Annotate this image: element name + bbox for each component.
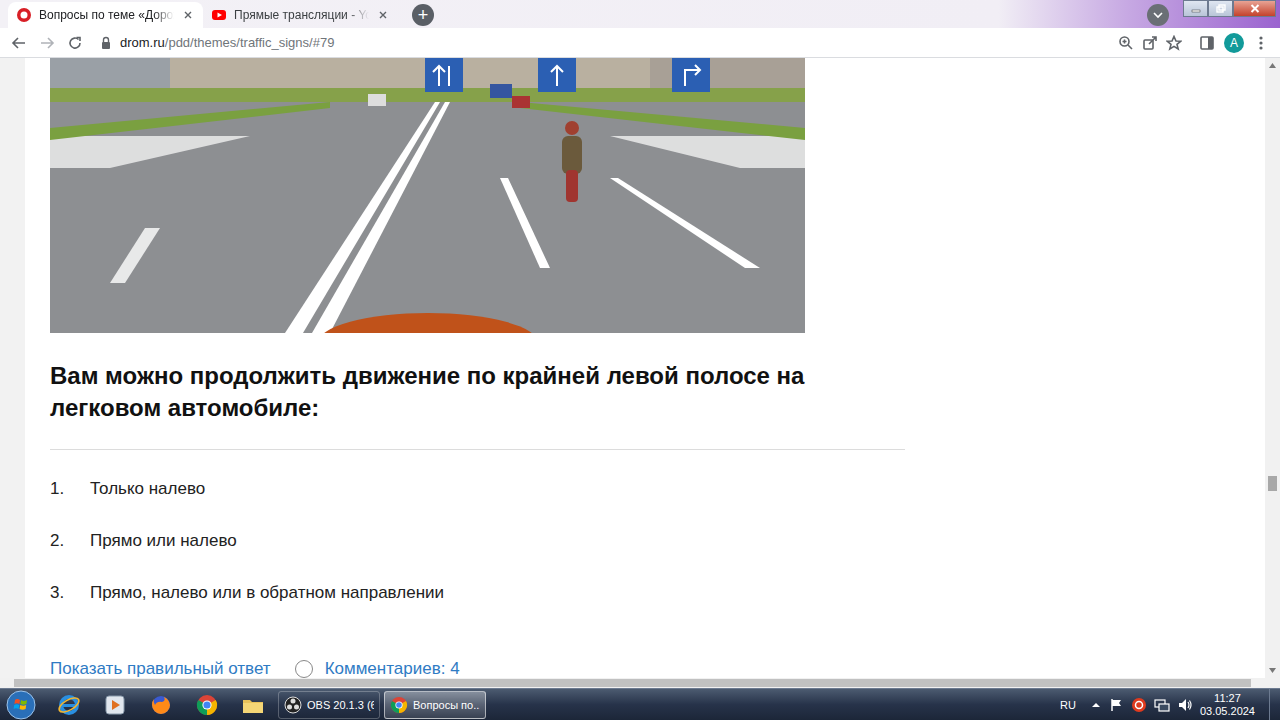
share-icon[interactable] <box>1142 35 1158 51</box>
volume-icon[interactable] <box>1177 697 1193 713</box>
option-number: 1. <box>50 479 90 499</box>
zoom-icon[interactable] <box>1118 35 1134 51</box>
address-bar[interactable]: drom.ru/pdd/themes/traffic_signs/#79 <box>92 30 1190 56</box>
forward-arrow-icon <box>39 35 55 51</box>
tab-strip: Вопросы по теме «Дорожные з Прямые трансл… <box>0 0 1280 28</box>
reload-button[interactable] <box>64 32 86 54</box>
window-controls <box>1183 0 1276 17</box>
profile-button[interactable]: A <box>1224 33 1244 53</box>
horizontal-scrollbar[interactable] <box>0 678 1265 688</box>
option-number: 2. <box>50 531 90 551</box>
back-arrow-icon <box>11 35 27 51</box>
page-viewport: Вам можно продолжить движение по крайней… <box>0 58 1280 688</box>
network-icon[interactable] <box>1154 697 1170 713</box>
chrome-icon <box>390 696 408 714</box>
taskbar: OBS 20.1.3 (6... Вопросы по... RU 11:2703.0… <box>0 688 1280 720</box>
maximize-button[interactable] <box>1208 0 1233 17</box>
question-title: Вам можно продолжить движение по крайней… <box>50 360 860 424</box>
media-player-icon <box>103 693 127 717</box>
answer-option[interactable]: 1.Только налево <box>50 463 905 515</box>
answer-option[interactable]: 2.Прямо или налево <box>50 515 905 567</box>
option-number: 3. <box>50 583 90 603</box>
windows-start-icon <box>6 690 36 720</box>
tab-label: Прямые трансляции - YouTube <box>234 8 369 22</box>
road-photo-image <box>50 58 805 333</box>
start-button[interactable] <box>4 690 38 720</box>
right-gutter <box>930 58 1265 678</box>
horizontal-scroll-thumb[interactable] <box>14 679 1251 687</box>
firefox-icon <box>149 693 173 717</box>
url-host: drom.ru <box>120 35 165 50</box>
taskbar-button[interactable]: OBS 20.1.3 (6... <box>278 691 380 719</box>
pinned-app[interactable] <box>140 690 182 720</box>
show-answer-link[interactable]: Показать правильный ответ <box>50 659 271 678</box>
system-tray: RU 11:2703.05.2024 <box>1060 692 1265 718</box>
comments-link[interactable]: Комментариев: 4 <box>325 659 460 678</box>
option-text: Прямо, налево или в обратном направлении <box>90 583 444 603</box>
menu-button[interactable] <box>1250 32 1272 54</box>
clock-date: 03.05.2024 <box>1200 705 1255 718</box>
forward-button[interactable] <box>36 32 58 54</box>
minimize-icon <box>1191 5 1201 13</box>
restore-icon <box>1216 4 1226 13</box>
file-explorer-icon <box>241 693 265 717</box>
kebab-menu-icon <box>1259 35 1263 51</box>
pinned-app[interactable] <box>48 690 90 720</box>
close-icon <box>1250 4 1260 13</box>
antivirus-icon[interactable] <box>1131 697 1147 713</box>
action-center-flag-icon[interactable] <box>1108 697 1124 713</box>
scroll-up-icon <box>1268 61 1277 70</box>
browser-tab[interactable]: Вопросы по теме «Дорожные з <box>8 2 203 28</box>
chevron-down-icon <box>1152 9 1164 21</box>
clock[interactable]: 11:2703.05.2024 <box>1200 692 1255 718</box>
question-footer: Показать правильный ответ Комментариев: 4 <box>50 659 905 678</box>
task-label: Вопросы по... <box>413 699 480 711</box>
obs-icon <box>284 696 302 714</box>
ie-icon <box>57 693 81 717</box>
side-panel-button[interactable] <box>1196 32 1218 54</box>
language-indicator[interactable]: RU <box>1060 699 1076 711</box>
page-content: Вам можно продолжить движение по крайней… <box>0 58 1265 678</box>
lock-icon <box>100 36 112 50</box>
question-card: Вам можно продолжить движение по крайней… <box>25 58 930 678</box>
browser-toolbar: drom.ru/pdd/themes/traffic_signs/#79 A <box>0 28 1280 58</box>
taskbar-button[interactable]: Вопросы по... <box>384 691 486 719</box>
reload-icon <box>67 35 83 51</box>
browser-tab[interactable]: Прямые трансляции - YouTube <box>203 2 398 28</box>
youtube-favicon-icon <box>211 7 227 23</box>
drom-favicon-icon <box>16 7 32 23</box>
vertical-scrollbar[interactable] <box>1265 58 1280 688</box>
left-gutter <box>0 58 25 678</box>
close-icon[interactable] <box>376 8 390 22</box>
option-text: Прямо или налево <box>90 531 237 551</box>
minimize-button[interactable] <box>1183 0 1208 17</box>
side-panel-icon <box>1199 35 1215 51</box>
page-area: Вам можно продолжить движение по крайней… <box>0 58 1265 688</box>
close-window-button[interactable] <box>1233 0 1276 17</box>
pinned-app[interactable] <box>186 690 228 720</box>
vertical-scroll-thumb[interactable] <box>1268 476 1277 491</box>
tray-expand-icon[interactable] <box>1091 700 1101 710</box>
tab-label: Вопросы по теме «Дорожные з <box>39 8 174 22</box>
divider <box>50 449 905 450</box>
pinned-app[interactable] <box>232 690 274 720</box>
new-tab-button[interactable]: + <box>412 4 434 26</box>
pinned-app[interactable] <box>94 690 136 720</box>
show-desktop-button[interactable] <box>1269 689 1280 720</box>
answer-list: 1.Только налево2.Прямо или налево3.Прямо… <box>50 463 905 619</box>
tab-search-button[interactable] <box>1147 4 1169 26</box>
chrome-icon <box>195 693 219 717</box>
scroll-down-icon <box>1268 666 1277 675</box>
comment-circle-icon <box>295 660 313 678</box>
star-icon[interactable] <box>1166 35 1182 51</box>
url-path: /pdd/themes/traffic_signs/#79 <box>165 35 335 50</box>
answer-option[interactable]: 3.Прямо, налево или в обратном направлен… <box>50 567 905 619</box>
task-label: OBS 20.1.3 (6... <box>307 699 374 711</box>
close-icon[interactable] <box>181 8 195 22</box>
back-button[interactable] <box>8 32 30 54</box>
clock-time: 11:27 <box>1214 692 1241 705</box>
option-text: Только налево <box>90 479 205 499</box>
